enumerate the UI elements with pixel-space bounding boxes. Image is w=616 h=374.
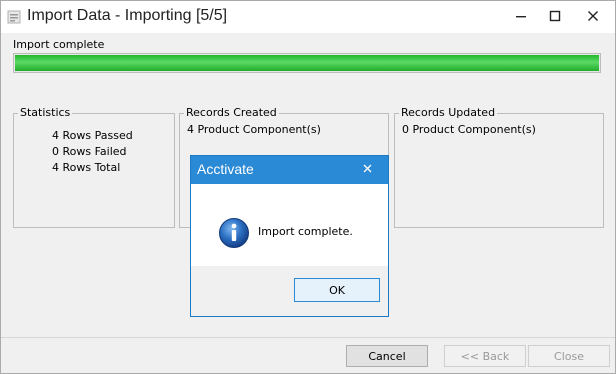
rows-total-text: 4 Rows Total (52, 161, 121, 174)
cancel-button[interactable]: Cancel (346, 345, 428, 367)
close-icon (363, 164, 371, 172)
progress-bar-fill (15, 55, 599, 71)
dialog-message: Import complete. (258, 225, 353, 238)
footer-divider (1, 337, 615, 338)
statistics-title: Statistics (18, 106, 73, 119)
app-icon (7, 10, 21, 24)
dialog-footer: OK (191, 266, 388, 316)
message-dialog: Acctivate Import complete. OK (190, 155, 389, 317)
dialog-close-button[interactable] (355, 158, 379, 178)
import-data-window: Import Data - Importing [5/5] Import com… (0, 0, 616, 374)
close-window-button[interactable] (575, 1, 611, 31)
window-title: Import Data - Importing [5/5] (27, 7, 228, 24)
window-titlebar[interactable]: Import Data - Importing [5/5] (1, 1, 615, 33)
back-button[interactable]: << Back (444, 345, 526, 367)
records-created-item: 4 Product Component(s) (187, 123, 321, 136)
dialog-titlebar[interactable]: Acctivate (191, 156, 388, 184)
records-updated-title: Records Updated (399, 106, 498, 119)
dialog-body: Import complete. (191, 184, 388, 266)
close-icon (588, 11, 598, 21)
maximize-button[interactable] (537, 1, 573, 31)
progress-label: Import complete (13, 38, 105, 51)
info-icon (218, 217, 250, 249)
minimize-button[interactable] (503, 1, 539, 31)
statistics-group: Statistics 4 Rows Passed 0 Rows Failed 4… (13, 106, 175, 228)
rows-passed-text: 4 Rows Passed (52, 129, 133, 142)
rows-failed-text: 0 Rows Failed (52, 145, 127, 158)
records-created-title: Records Created (184, 106, 279, 119)
minimize-icon (516, 16, 526, 18)
records-updated-item: 0 Product Component(s) (402, 123, 536, 136)
close-button[interactable]: Close (528, 345, 610, 367)
ok-button[interactable]: OK (294, 278, 380, 302)
maximize-icon (549, 10, 561, 22)
progress-bar (13, 53, 601, 73)
dialog-title: Acctivate (197, 161, 254, 177)
records-updated-group: Records Updated 0 Product Component(s) (394, 106, 604, 228)
